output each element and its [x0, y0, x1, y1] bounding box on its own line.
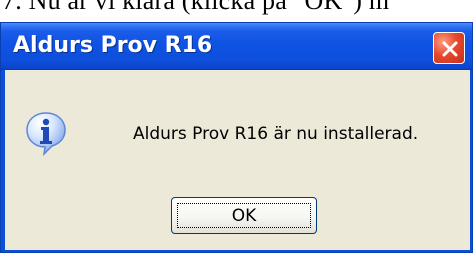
dialog-titlebar[interactable]: Aldurs Prov R16	[1, 23, 472, 70]
dialog-client-area: Aldurs Prov R16 är nu installerad. OK	[5, 70, 470, 250]
document-background-text-strip: 7. Nu är vi klara (klicka på "OK") m	[0, 0, 473, 24]
ok-button-label: OK	[231, 206, 257, 226]
close-button[interactable]	[433, 32, 465, 64]
dialog-message: Aldurs Prov R16 är nu installerad.	[133, 124, 419, 144]
close-icon	[442, 41, 458, 57]
info-icon	[26, 112, 66, 156]
ok-button[interactable]: OK	[171, 197, 317, 234]
dialog-title: Aldurs Prov R16	[13, 33, 213, 58]
document-cropped-text: 7. Nu är vi klara (klicka på "OK") m	[2, 0, 390, 15]
message-dialog-window: Aldurs Prov R16 Aldurs Prov R16 är nu in…	[0, 22, 473, 253]
